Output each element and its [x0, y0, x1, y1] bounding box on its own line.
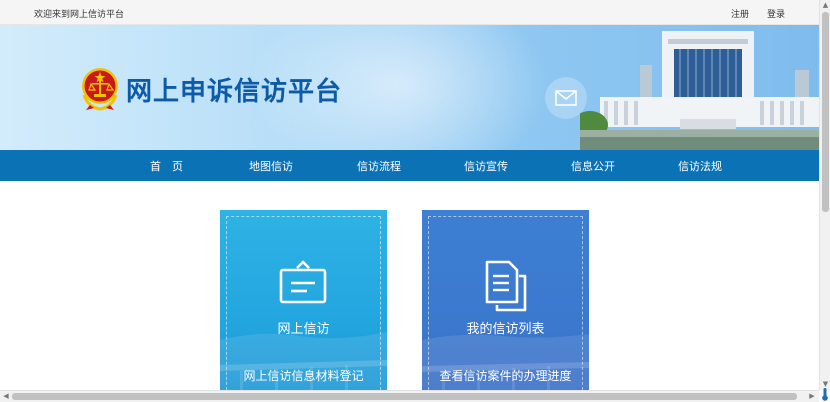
- nav-item-petition-process[interactable]: 信访流程: [357, 158, 401, 174]
- scroll-right-icon[interactable]: ▶: [808, 392, 816, 400]
- nav-item-petition-publicity[interactable]: 信访宣传: [464, 158, 508, 174]
- thermometer-icon: [822, 388, 828, 401]
- online-petition-card[interactable]: 网上信访 网上信访信息材料登记: [220, 210, 387, 390]
- my-petitions-card[interactable]: 我的信访列表 查看信访案件的办理进度: [422, 210, 589, 390]
- nav-item-home[interactable]: 首 页: [150, 158, 183, 174]
- card-title: 我的信访列表: [466, 322, 545, 337]
- horizontal-scrollbar[interactable]: ◀ ▶: [0, 390, 819, 402]
- documents-icon: [485, 260, 527, 312]
- site-title: 网上申诉信访平台: [126, 77, 343, 107]
- vertical-scrollbar[interactable]: ▲ ▼: [819, 0, 830, 390]
- scroll-left-icon[interactable]: ◀: [2, 392, 10, 400]
- card-subtitle: 网上信访信息材料登记: [243, 369, 364, 383]
- court-emblem-icon: [82, 68, 118, 111]
- scroll-down-icon[interactable]: ▼: [822, 380, 829, 388]
- vertical-scroll-thumb[interactable]: [822, 12, 829, 212]
- scroll-up-icon[interactable]: ▲: [822, 1, 829, 9]
- register-link[interactable]: 注册: [731, 7, 749, 20]
- nav-item-info-disclosure[interactable]: 信息公开: [571, 158, 615, 174]
- card-title: 网上信访: [277, 322, 330, 337]
- horizontal-scroll-thumb[interactable]: [12, 393, 797, 400]
- welcome-text: 欢迎来到网上信访平台: [34, 10, 125, 20]
- card-subtitle: 查看信访案件的办理进度: [439, 369, 572, 383]
- main-nav: 首 页 地图信访 信访流程 信访宣传 信息公开 信访法规: [0, 150, 819, 181]
- nav-item-map-petition[interactable]: 地图信访: [249, 158, 293, 174]
- login-link[interactable]: 登录: [767, 7, 785, 20]
- top-bar: 欢迎来到网上信访平台 注册 登录: [0, 0, 819, 25]
- nav-item-petition-regulations[interactable]: 信访法规: [678, 158, 722, 174]
- header-banner: 网上申诉信访平台: [0, 25, 819, 150]
- envelope-form-icon: [279, 260, 327, 304]
- courthouse-building-image: [580, 31, 819, 150]
